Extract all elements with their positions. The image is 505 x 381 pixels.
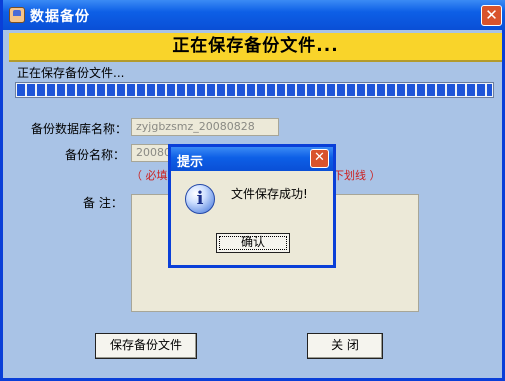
backup-name-label: 备份名称： <box>65 148 126 162</box>
save-backup-button[interactable]: 保存备份文件 <box>95 333 197 359</box>
window-titlebar[interactable]: 数据备份 ✕ <box>3 0 505 30</box>
window-close-button[interactable]: ✕ <box>481 5 502 26</box>
notes-label: 备 注： <box>83 196 123 210</box>
progress-bar <box>15 82 494 98</box>
close-button[interactable]: 关 闭 <box>307 333 383 359</box>
message-dialog: 提示 ✕ i 文件保存成功! 确认 <box>168 144 336 268</box>
db-name-label: 备份数据库名称： <box>31 122 128 136</box>
window-title: 数据备份 <box>30 9 90 25</box>
backup-name-hint-right: 下划线 ） <box>333 169 381 182</box>
app-icon <box>9 7 25 23</box>
status-text: 正在保存备份文件... <box>17 66 125 80</box>
dialog-close-button[interactable]: ✕ <box>310 149 329 168</box>
dialog-title: 提示 <box>177 155 204 170</box>
status-banner: 正在保存备份文件... <box>9 33 502 62</box>
dialog-titlebar[interactable]: 提示 ✕ <box>171 147 333 171</box>
close-icon: ✕ <box>314 150 325 165</box>
info-icon: i <box>185 184 215 214</box>
close-icon: ✕ <box>485 6 498 24</box>
dialog-ok-button[interactable]: 确认 <box>216 233 290 253</box>
db-name-field[interactable]: zyjgbzsmz_20080828 <box>131 118 279 136</box>
dialog-message: 文件保存成功! <box>231 187 308 201</box>
progress-bar-fill <box>17 84 492 96</box>
